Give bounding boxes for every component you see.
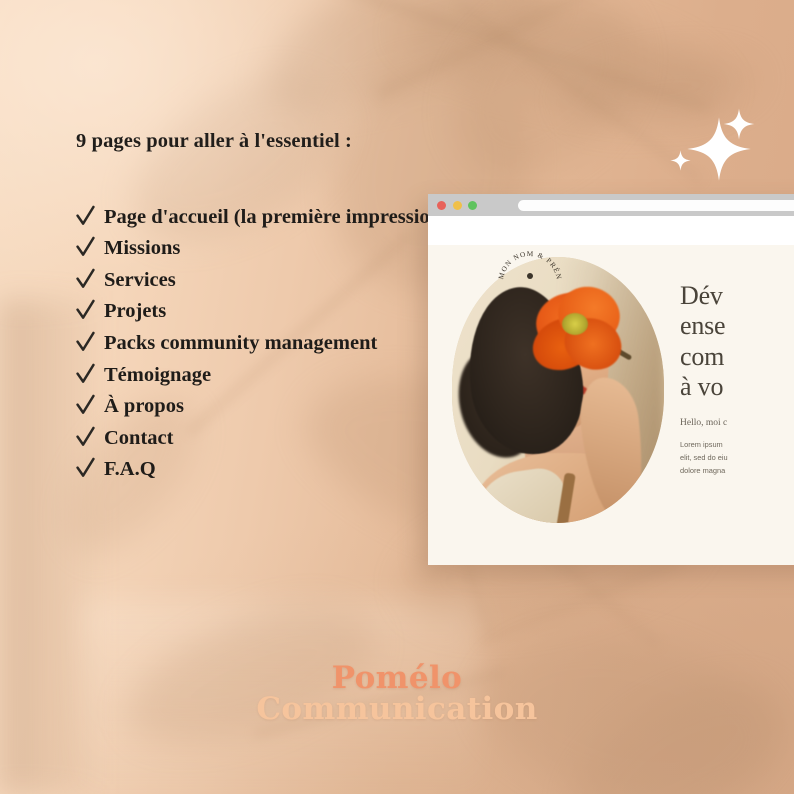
maximize-traffic-light[interactable]: [468, 200, 477, 210]
sparkle-group: [670, 108, 780, 188]
list-item: Projets: [76, 297, 476, 325]
list-item-label: F.A.Q: [104, 458, 156, 481]
list-item-label: Contact: [104, 426, 174, 449]
sparkle-icon: [670, 150, 691, 171]
site-intro-line: Hello, moi c: [680, 417, 728, 428]
site-navbar: Pa: [428, 216, 794, 245]
leaf-shadow: [546, 648, 794, 794]
list-item-label: Témoignage: [104, 363, 212, 386]
check-icon: [76, 331, 95, 354]
site-heading-line: à vo: [680, 372, 724, 402]
site-heading-line: Dév: [680, 281, 723, 310]
pages-checklist: Page d'accueil (la première impression) …: [76, 203, 476, 484]
address-bar[interactable]: [517, 199, 794, 211]
site-body-line: dolore magna: [680, 465, 726, 475]
list-item: F.A.Q: [76, 455, 476, 483]
list-item: À propos: [76, 392, 476, 420]
check-icon: [76, 299, 95, 322]
list-item-label: Projets: [104, 300, 167, 323]
check-icon: [76, 426, 95, 449]
site-hero-section: MON NOM & PRÉNOM: [428, 237, 794, 565]
list-item-label: Services: [104, 268, 176, 291]
list-item: Témoignage: [76, 361, 476, 389]
circular-brand-badge: MON NOM & PRÉNOM: [486, 237, 570, 323]
branch-shadow: [375, 0, 675, 99]
twig-shadow: [477, 558, 683, 646]
badge-dot: [527, 273, 533, 279]
hero-text-column: Dév ense com à vo Hello, moi c Lorem ips…: [660, 245, 794, 565]
close-traffic-light[interactable]: [437, 200, 446, 210]
list-item: Services: [76, 266, 476, 294]
site-body-text: Lorem ipsum elit, sed do eiu dolore magn…: [680, 439, 794, 478]
list-item-label: Missions: [104, 237, 181, 260]
list-item-label: À propos: [104, 395, 184, 418]
browser-window-mockup: Pa MON NOM & PRÉNOM: [428, 194, 794, 565]
site-heading: Dév ense com à vo: [680, 281, 794, 403]
list-item: Missions: [76, 234, 476, 262]
branch-shadow: [309, 0, 711, 112]
check-icon: [76, 236, 95, 259]
light-band: [80, 600, 480, 794]
list-item-label: Packs community management: [104, 331, 378, 354]
check-icon: [76, 363, 95, 386]
branch-shadow: [457, 2, 703, 183]
site-heading-line: com: [680, 341, 725, 371]
list-item-label: Page d'accueil (la première impression): [104, 205, 448, 228]
leaf-shadow: [244, 0, 566, 130]
check-icon: [76, 268, 95, 291]
page-title: 9 pages pour aller à l'essentiel :: [76, 130, 352, 152]
check-icon: [76, 394, 95, 417]
leaf-shadow: [465, 606, 794, 794]
leaf-shadow: [109, 582, 391, 768]
list-item: Packs community management: [76, 329, 476, 357]
list-item: Contact: [76, 424, 476, 452]
check-icon: [76, 457, 95, 480]
minimize-traffic-light[interactable]: [452, 200, 462, 210]
check-icon: [76, 205, 95, 228]
list-item: Page d'accueil (la première impression): [76, 203, 476, 231]
site-body-line: elit, sed do eiu: [680, 452, 728, 462]
copy-block: 9 pages pour aller à l'essentiel : Page …: [76, 128, 476, 487]
site-heading-line: ense: [680, 311, 726, 341]
hero-photo-column: MON NOM & PRÉNOM: [428, 237, 664, 565]
twig-shadow: [253, 668, 507, 738]
browser-titlebar: [428, 194, 794, 216]
site-body-line: Lorem ipsum: [680, 439, 723, 449]
sparkle-icon: [723, 108, 755, 140]
